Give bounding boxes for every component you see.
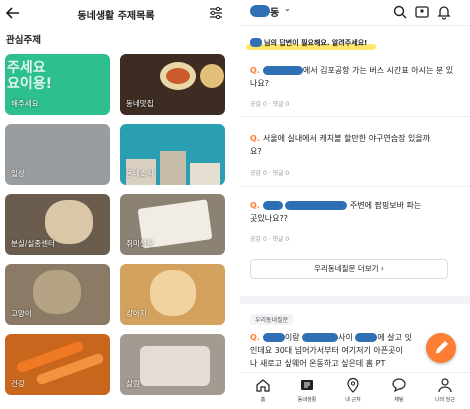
feed-header: 동 ⌄: [240, 0, 470, 26]
nav-label: 나의 당근: [435, 397, 455, 403]
chevron-down-icon[interactable]: ⌄: [284, 4, 291, 13]
topic-tile-label: 고양이: [11, 309, 32, 318]
topic-tile-dog[interactable]: 강아지: [120, 264, 225, 325]
page-title: 동네생활 주제목록: [77, 11, 155, 22]
neighborhood-feed-screen: 동 ⌄ 님의 답변이 필요해요. 알려주세요! Q. 에서 김포공항 가는 버스 …: [240, 0, 470, 409]
question-item[interactable]: Q. 에서 김포공항 가는 버스 시간표 아시는 분 있 나요?: [250, 64, 460, 90]
section-title: 관심주제: [6, 35, 41, 46]
bottom-nav: 홈 동네생활 내 근처 채팅 나의 당근: [240, 372, 470, 409]
question-item[interactable]: Q. 주변에 팝핑보바 파는 곳있나요??: [250, 199, 460, 225]
section-separator: [240, 296, 470, 304]
settings-sliders-icon[interactable]: [208, 5, 224, 21]
write-post-button[interactable]: [426, 333, 456, 363]
folded-clothes-image: [140, 346, 210, 386]
topic-tile-hobby[interactable]: 취미생활: [120, 194, 225, 255]
nav-label: 홈: [260, 397, 266, 403]
question-marker: Q.: [250, 333, 260, 342]
location-selector[interactable]: 동: [270, 4, 279, 19]
place-redaction: [262, 201, 283, 210]
topic-tile-health[interactable]: 건강: [5, 334, 110, 395]
building-image: [190, 163, 220, 185]
dog-image: [150, 270, 196, 316]
question-marker: Q.: [250, 66, 260, 75]
question-text-cont: 나 새로고 싶웨어 온동하고 싶은데 홈 PT: [250, 359, 386, 368]
question-text-cont: 인데요 30대 넘어가서부터 여기저기 아픈곳이: [250, 346, 403, 355]
topic-tile-housekeeping[interactable]: 살림: [120, 334, 225, 395]
question-text: 이랑: [284, 333, 300, 342]
question-meta: 공감 0 · 댓글 0: [250, 170, 290, 177]
topic-tile-cat[interactable]: 고양이: [5, 264, 110, 325]
nav-chat[interactable]: 채팅: [380, 377, 418, 403]
location-icon: [347, 377, 359, 393]
screenshot-root: 동네생활 주제목록 관심주제 주세요 요이용! 해주세요 동네맛집 일상 동네소…: [0, 0, 470, 409]
question-item[interactable]: Q. 서울에 실내에서 캐치볼 할만한 야구연습장 있을까 요?: [250, 132, 460, 158]
nav-community[interactable]: 동네생활: [288, 377, 326, 403]
person-icon: [438, 378, 452, 393]
topic-tile-label: 해주세요: [11, 99, 39, 108]
topic-tile-label: 분실/실종센터: [11, 239, 55, 248]
food-dish-image: [200, 64, 224, 88]
question-text: 주변에 팝핑보바 파는: [349, 201, 422, 210]
panel-gap: [232, 0, 240, 409]
topic-tile-label: 강아지: [126, 309, 147, 318]
topic-tile-request[interactable]: 주세요 요이용! 해주세요: [5, 54, 110, 115]
topic-list-screen: 동네생활 주제목록 관심주제 주세요 요이용! 해주세요 동네맛집 일상 동네소…: [0, 0, 232, 409]
food-bowl-image: [160, 62, 196, 90]
question-text-cont: 나요?: [250, 79, 269, 88]
tile-art-text: 주세요 요이용!: [7, 60, 53, 92]
nav-label: 내 근처: [345, 397, 361, 403]
topic-tile-label: 취미생활: [126, 239, 154, 248]
question-meta: 공감 0 · 댓글 0: [250, 101, 290, 108]
place-redaction: [262, 333, 285, 342]
pencil-icon: [435, 341, 448, 354]
nav-nearby[interactable]: 내 근처: [334, 377, 372, 403]
topic-tile-daily[interactable]: 일상: [5, 124, 110, 185]
cat-image: [33, 270, 81, 314]
question-text: 에서 김포공항 가는 버스 시간표 아시는 분 있: [302, 66, 454, 75]
nav-label: 동네생활: [297, 397, 317, 403]
building-image: [160, 151, 186, 185]
place-redaction: [302, 333, 339, 342]
username-redaction: [250, 38, 262, 47]
more-questions-button[interactable]: 우리동네질문 더보기 ›: [250, 259, 448, 279]
question-text-cont: 곳있나요??: [250, 214, 288, 223]
question-text: 서울에 실내에서 캐치볼 할만한 야구연습장 있을까: [262, 134, 431, 143]
question-meta: 공감 0 · 댓글 0: [250, 236, 290, 243]
chat-icon: [392, 378, 406, 393]
nav-my-page[interactable]: 나의 당근: [426, 377, 464, 403]
profile-card-icon[interactable]: [414, 4, 430, 20]
question-text: 에 살고 잇: [377, 333, 412, 342]
question-marker: Q.: [250, 134, 260, 143]
topic-tile-label: 건강: [11, 379, 25, 388]
newspaper-icon: [301, 380, 313, 390]
question-marker: Q.: [250, 201, 260, 210]
divider: [240, 186, 470, 187]
place-redaction: [355, 333, 378, 342]
topic-list-header: 동네생활 주제목록: [0, 0, 232, 28]
topic-tag: 우리동네질문: [250, 314, 294, 325]
place-redaction: [262, 66, 303, 75]
place-redaction: [285, 201, 348, 210]
nav-home[interactable]: 홈: [244, 377, 282, 403]
home-icon: [256, 379, 270, 392]
topic-tile-label: 동네맛집: [126, 99, 154, 108]
topic-tile-label: 살림: [126, 379, 140, 388]
topic-tile-restaurant[interactable]: 동네맛집: [120, 54, 225, 115]
divider: [240, 116, 470, 117]
bell-icon[interactable]: [436, 4, 452, 20]
topic-tile-label: 동네소식: [126, 169, 154, 178]
nav-label: 채팅: [394, 397, 404, 403]
help-needed-banner: 님의 답변이 필요해요. 알려주세요!: [264, 39, 368, 47]
topic-tile-news[interactable]: 동네소식: [120, 124, 225, 185]
search-icon[interactable]: [392, 4, 408, 20]
topic-tile-lost-found[interactable]: 분실/실종센터: [5, 194, 110, 255]
location-redaction: [250, 5, 270, 17]
more-questions-label: 우리동네질문 더보기: [314, 264, 379, 273]
question-text: 사이: [338, 333, 353, 342]
question-text-cont: 요?: [250, 147, 262, 156]
topic-tile-label: 일상: [11, 169, 25, 178]
